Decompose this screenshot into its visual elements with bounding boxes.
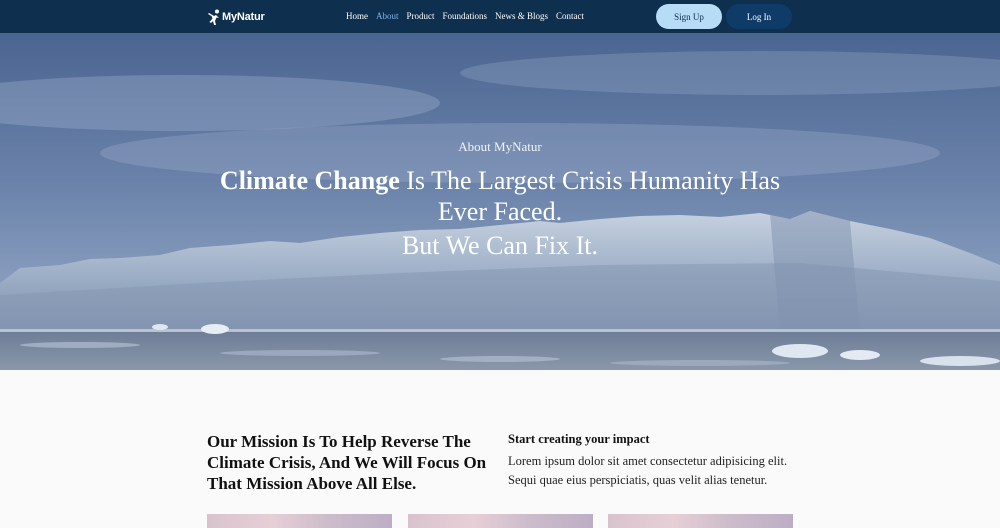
card-image[interactable] (408, 514, 593, 528)
nav-about[interactable]: About (376, 11, 399, 21)
hero-subtitle: But We Can Fix It. (401, 231, 599, 260)
card-image[interactable] (608, 514, 793, 528)
nav-home[interactable]: Home (346, 11, 368, 21)
nav-news-blogs[interactable]: News & Blogs (495, 11, 548, 21)
impact-title: Start creating your impact (508, 432, 650, 446)
nav-product[interactable]: Product (407, 11, 435, 21)
mission-heading: Our Mission Is To Help Reverse The Clima… (207, 432, 487, 493)
hero-title-rest: Is The Largest Crisis Humanity Has Ever … (399, 166, 781, 226)
navbar: MyNatur Home About Product Foundations N… (0, 0, 1000, 33)
card-image[interactable] (207, 514, 392, 528)
hero-section: About MyNatur Climate Change Is The Larg… (0, 33, 1000, 370)
sign-up-button[interactable]: Sign Up (656, 4, 722, 29)
impact-text: Lorem ipsum dolor sit amet consectetur a… (508, 454, 788, 487)
nav-contact[interactable]: Contact (556, 11, 584, 21)
brand-name: MyNatur (222, 11, 265, 23)
brand-logo[interactable]: MyNatur (207, 8, 265, 26)
log-in-button[interactable]: Log In (726, 4, 792, 29)
hero-title-bold: Climate Change (219, 166, 400, 195)
logo-figure-icon (208, 9, 219, 25)
nav-foundations[interactable]: Foundations (443, 11, 488, 21)
hero-eyebrow: About MyNatur (458, 139, 542, 154)
hero-title: Climate Change Is The Largest Crisis Hum… (200, 165, 800, 227)
main-nav: Home About Product Foundations News & Bl… (346, 11, 584, 21)
